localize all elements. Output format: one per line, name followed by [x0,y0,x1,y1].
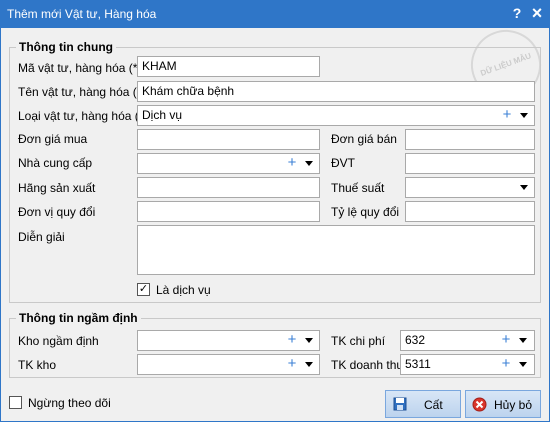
stock-acc-label: TK kho [18,358,57,372]
chevron-down-icon[interactable] [305,362,313,367]
window-title: Thêm mới Vật tư, Hàng hóa [7,7,157,21]
cancel-button[interactable]: Hủy bỏ [465,390,541,418]
code-label: Mã vật tư, hàng hóa (*) [18,61,142,75]
sell-price-label: Đơn giá bán [331,132,397,146]
save-button-label: Cất [424,398,443,412]
add-type-icon[interactable]: + [500,107,514,124]
chevron-down-icon[interactable] [519,362,527,367]
add-warehouse-icon[interactable]: + [285,332,299,349]
check-icon: ✓ [138,283,149,295]
revenue-acc-combobox[interactable]: 5311 + [400,354,535,375]
desc-textarea[interactable] [137,225,535,275]
conv-rate-field[interactable] [405,201,535,222]
chevron-down-icon[interactable] [519,338,527,343]
general-info-title: Thông tin chung [16,40,116,54]
add-supplier-icon[interactable]: + [285,155,299,172]
supplier-combobox[interactable]: + [137,153,320,174]
manufacturer-field[interactable] [137,177,320,198]
buy-price-label: Đơn giá mua [18,132,88,146]
type-combobox[interactable]: Dịch vụ + [137,105,535,126]
expense-acc-combobox[interactable]: 632 + [400,330,535,351]
type-value: Dịch vụ [142,108,183,122]
stock-acc-combobox[interactable]: + [137,354,320,375]
close-icon[interactable]: × [528,4,546,22]
stop-tracking-label: Ngừng theo dõi [28,396,111,410]
cancel-icon [472,397,487,412]
save-button[interactable]: Cất [385,390,461,418]
revenue-acc-label: TK doanh thu [331,358,404,372]
unit-label: ĐVT [331,156,355,170]
sell-price-field[interactable] [405,129,535,150]
manufacturer-label: Hãng sản xuất [18,181,96,195]
type-label: Loại vật tư, hàng hóa (*) [18,109,148,123]
add-revenue-acc-icon[interactable]: + [499,356,513,373]
dialog-window: Thêm mới Vật tư, Hàng hóa ? × DỮ LIỆU MẪ… [0,0,550,422]
warehouse-label: Kho ngầm định [18,334,99,348]
name-label: Tên vật tư, hàng hóa (*) [18,85,146,99]
buy-price-field[interactable] [137,129,320,150]
help-icon[interactable]: ? [508,4,526,22]
stop-tracking-checkbox[interactable] [9,396,22,409]
add-stock-acc-icon[interactable]: + [285,356,299,373]
conv-rate-label: Tỷ lệ quy đổi [331,205,400,219]
chevron-down-icon[interactable] [520,185,528,190]
tax-label: Thuế suất [331,181,385,195]
add-expense-acc-icon[interactable]: + [499,332,513,349]
default-info-title: Thông tin ngầm định [16,311,141,325]
is-service-label: Là dịch vụ [156,283,211,297]
chevron-down-icon[interactable] [520,113,528,118]
chevron-down-icon[interactable] [305,161,313,166]
warehouse-combobox[interactable]: + [137,330,320,351]
name-field[interactable]: Khám chữa bệnh [137,81,535,102]
code-field[interactable]: KHAM [137,56,320,77]
supplier-label: Nhà cung cấp [18,156,93,170]
chevron-down-icon[interactable] [305,338,313,343]
desc-label: Diễn giải [18,230,65,244]
cancel-button-label: Hủy bỏ [494,398,533,412]
is-service-checkbox[interactable]: ✓ [137,283,150,296]
title-bar[interactable]: Thêm mới Vật tư, Hàng hóa ? × [0,0,550,28]
revenue-acc-value: 5311 [405,357,431,371]
dialog-body: DỮ LIỆU MẪU Thông tin chung Mã vật tư, h… [1,20,550,421]
conv-unit-label: Đơn vị quy đổi [18,205,96,219]
floppy-disk-icon [393,397,407,411]
unit-field[interactable] [405,153,535,174]
expense-acc-label: TK chi phí [331,334,386,348]
expense-acc-value: 632 [405,333,426,347]
tax-combobox[interactable] [405,177,535,198]
conv-unit-field[interactable] [137,201,320,222]
